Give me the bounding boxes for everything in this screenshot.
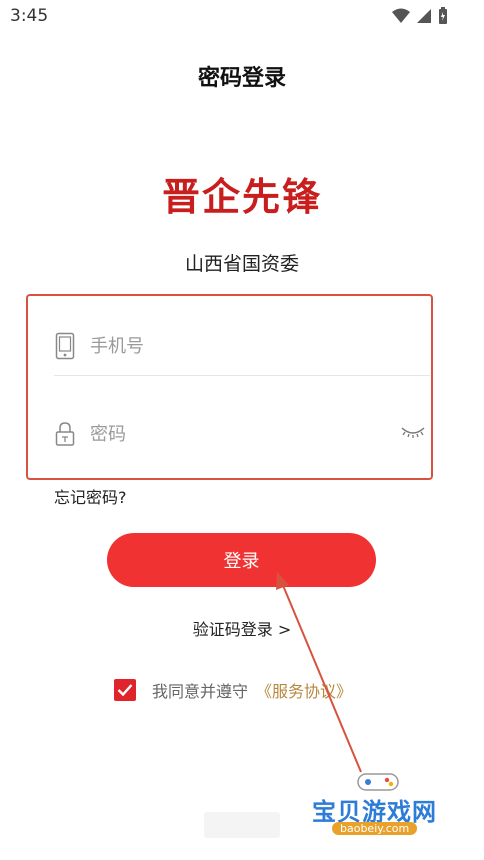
annotation-arrow (276, 572, 362, 773)
watermark: 宝贝游戏网 baobeiy.com (308, 768, 448, 858)
watermark-url: baobeiy.com (332, 822, 418, 835)
bottom-placeholder (204, 812, 280, 838)
gamepad-icon (357, 773, 399, 791)
